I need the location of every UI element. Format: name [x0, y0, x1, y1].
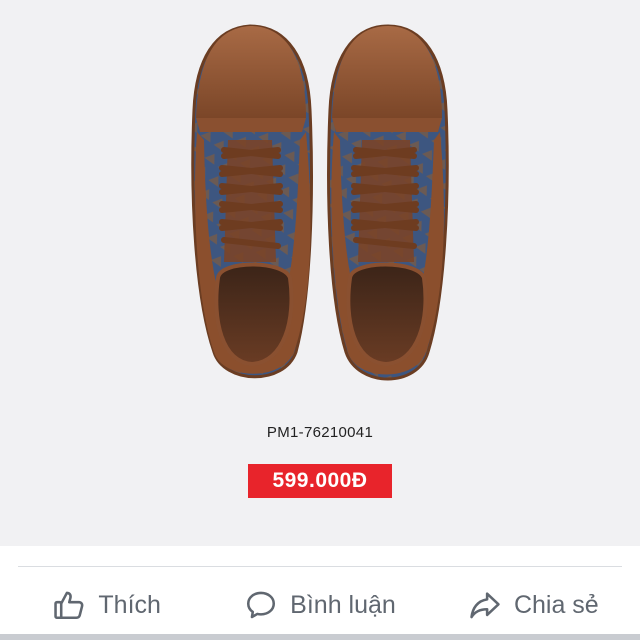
post-action-bar: Thích Bình luận Chia sẻ [0, 546, 640, 640]
comment-button[interactable]: Bình luận [213, 588, 426, 622]
left-shoe [191, 24, 313, 379]
action-buttons: Thích Bình luận Chia sẻ [0, 582, 640, 628]
product-sku: PM1-76210041 [266, 424, 374, 441]
post-image[interactable]: PM1-76210041 599.000Đ [0, 0, 640, 546]
comment-label: Bình luận [290, 590, 396, 619]
like-button[interactable]: Thích [0, 588, 213, 622]
share-label: Chia sẻ [513, 590, 599, 619]
action-bar-divider [18, 566, 622, 567]
like-label: Thích [98, 590, 161, 619]
right-shoe [327, 24, 449, 381]
shoe-product-image [191, 24, 449, 381]
thumbs-up-icon [54, 591, 84, 620]
speech-bubble-icon [247, 591, 276, 619]
share-arrow-icon [470, 592, 500, 619]
bottom-strip [0, 634, 640, 640]
price-badge: 599.000Đ [248, 464, 392, 498]
share-button[interactable]: Chia sẻ [427, 588, 640, 622]
